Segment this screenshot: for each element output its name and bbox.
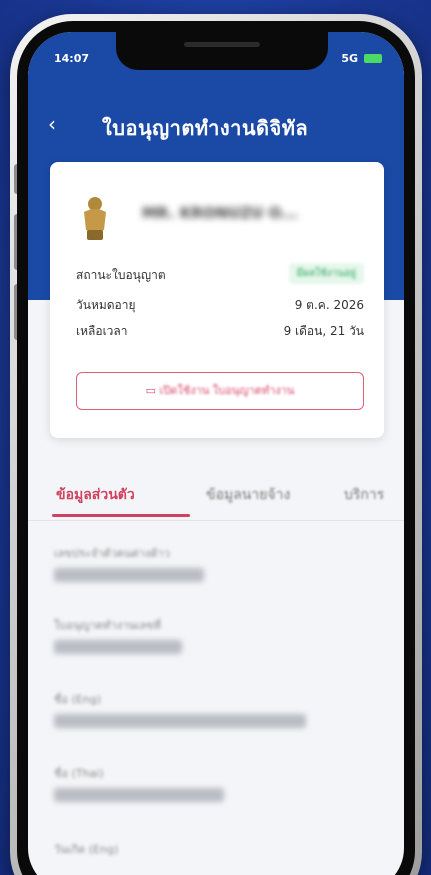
field-value-redacted bbox=[54, 788, 224, 802]
back-icon[interactable]: ‹ bbox=[48, 112, 56, 136]
expiry-label: วันหมดอายุ bbox=[76, 298, 136, 312]
field-value-redacted bbox=[54, 568, 204, 582]
tab-services[interactable]: บริการ bbox=[344, 484, 384, 506]
field-label: ชื่อ (Eng) bbox=[54, 693, 102, 706]
page-title: ใบอนุญาตทำงานดิจิทัล bbox=[102, 116, 309, 140]
government-emblem-icon bbox=[84, 197, 106, 240]
license-card: MR. KRONUZU O... สถานะใบอนุญาต มีผลใช้งา… bbox=[50, 162, 384, 438]
remaining-value: 9 เดือน, 21 วัน bbox=[283, 324, 364, 338]
speaker-grille bbox=[184, 42, 260, 47]
field-value-redacted bbox=[54, 640, 182, 654]
battery-icon bbox=[364, 54, 382, 63]
field-label: วันเกิด (Eng) bbox=[54, 843, 119, 856]
phone-screen: 14:07 5G ‹ ใบอนุญาตทำงานดิจิทัล MR. KRON… bbox=[28, 32, 404, 875]
status-time: 14:07 bbox=[54, 52, 90, 65]
field-label: ใบอนุญาตทำงานเลขที่ bbox=[54, 619, 161, 632]
status-indicators: 5G bbox=[341, 52, 382, 65]
tab-bar: ข้อมูลส่วนตัว ข้อมูลนายจ้าง บริการ bbox=[28, 484, 404, 528]
field-name-thai: ชื่อ (Thai) bbox=[54, 764, 224, 802]
network-label: 5G bbox=[341, 52, 358, 65]
id-card-icon: ▭ bbox=[145, 384, 156, 397]
status-badge: มีผลใช้งานอยู่ bbox=[288, 263, 364, 284]
status-label: สถานะใบอนุญาต bbox=[76, 268, 166, 282]
expiry-value: 9 ต.ค. 2026 bbox=[294, 298, 364, 312]
field-birthdate: วันเกิด (Eng) bbox=[54, 840, 118, 858]
field-permit-number: ใบอนุญาตทำงานเลขที่ bbox=[54, 616, 182, 654]
active-tab-indicator bbox=[52, 514, 190, 517]
field-label: เลขประจำตัวคนต่างด้าว bbox=[54, 547, 170, 560]
field-name-eng: ชื่อ (Eng) bbox=[54, 690, 306, 728]
field-label: ชื่อ (Thai) bbox=[54, 767, 104, 780]
background: 14:07 5G ‹ ใบอนุญาตทำงานดิจิทัล MR. KRON… bbox=[0, 0, 431, 875]
tab-personal-info[interactable]: ข้อมูลส่วนตัว bbox=[56, 484, 135, 506]
open-license-button-label: เปิดใช้งาน ใบอนุญาตทำงาน bbox=[159, 384, 295, 397]
field-alien-id: เลขประจำตัวคนต่างด้าว bbox=[54, 544, 204, 582]
remaining-label: เหลือเวลา bbox=[76, 324, 128, 338]
holder-name: MR. KRONUZU O... bbox=[142, 204, 299, 222]
tabs-divider bbox=[28, 520, 404, 521]
notch bbox=[116, 32, 328, 70]
tab-employer-info[interactable]: ข้อมูลนายจ้าง bbox=[206, 484, 290, 506]
field-value-redacted bbox=[54, 714, 306, 728]
nav-bar: ‹ ใบอนุญาตทำงานดิจิทัล bbox=[28, 108, 404, 144]
open-license-button[interactable]: ▭ เปิดใช้งาน ใบอนุญาตทำงาน bbox=[76, 372, 364, 410]
